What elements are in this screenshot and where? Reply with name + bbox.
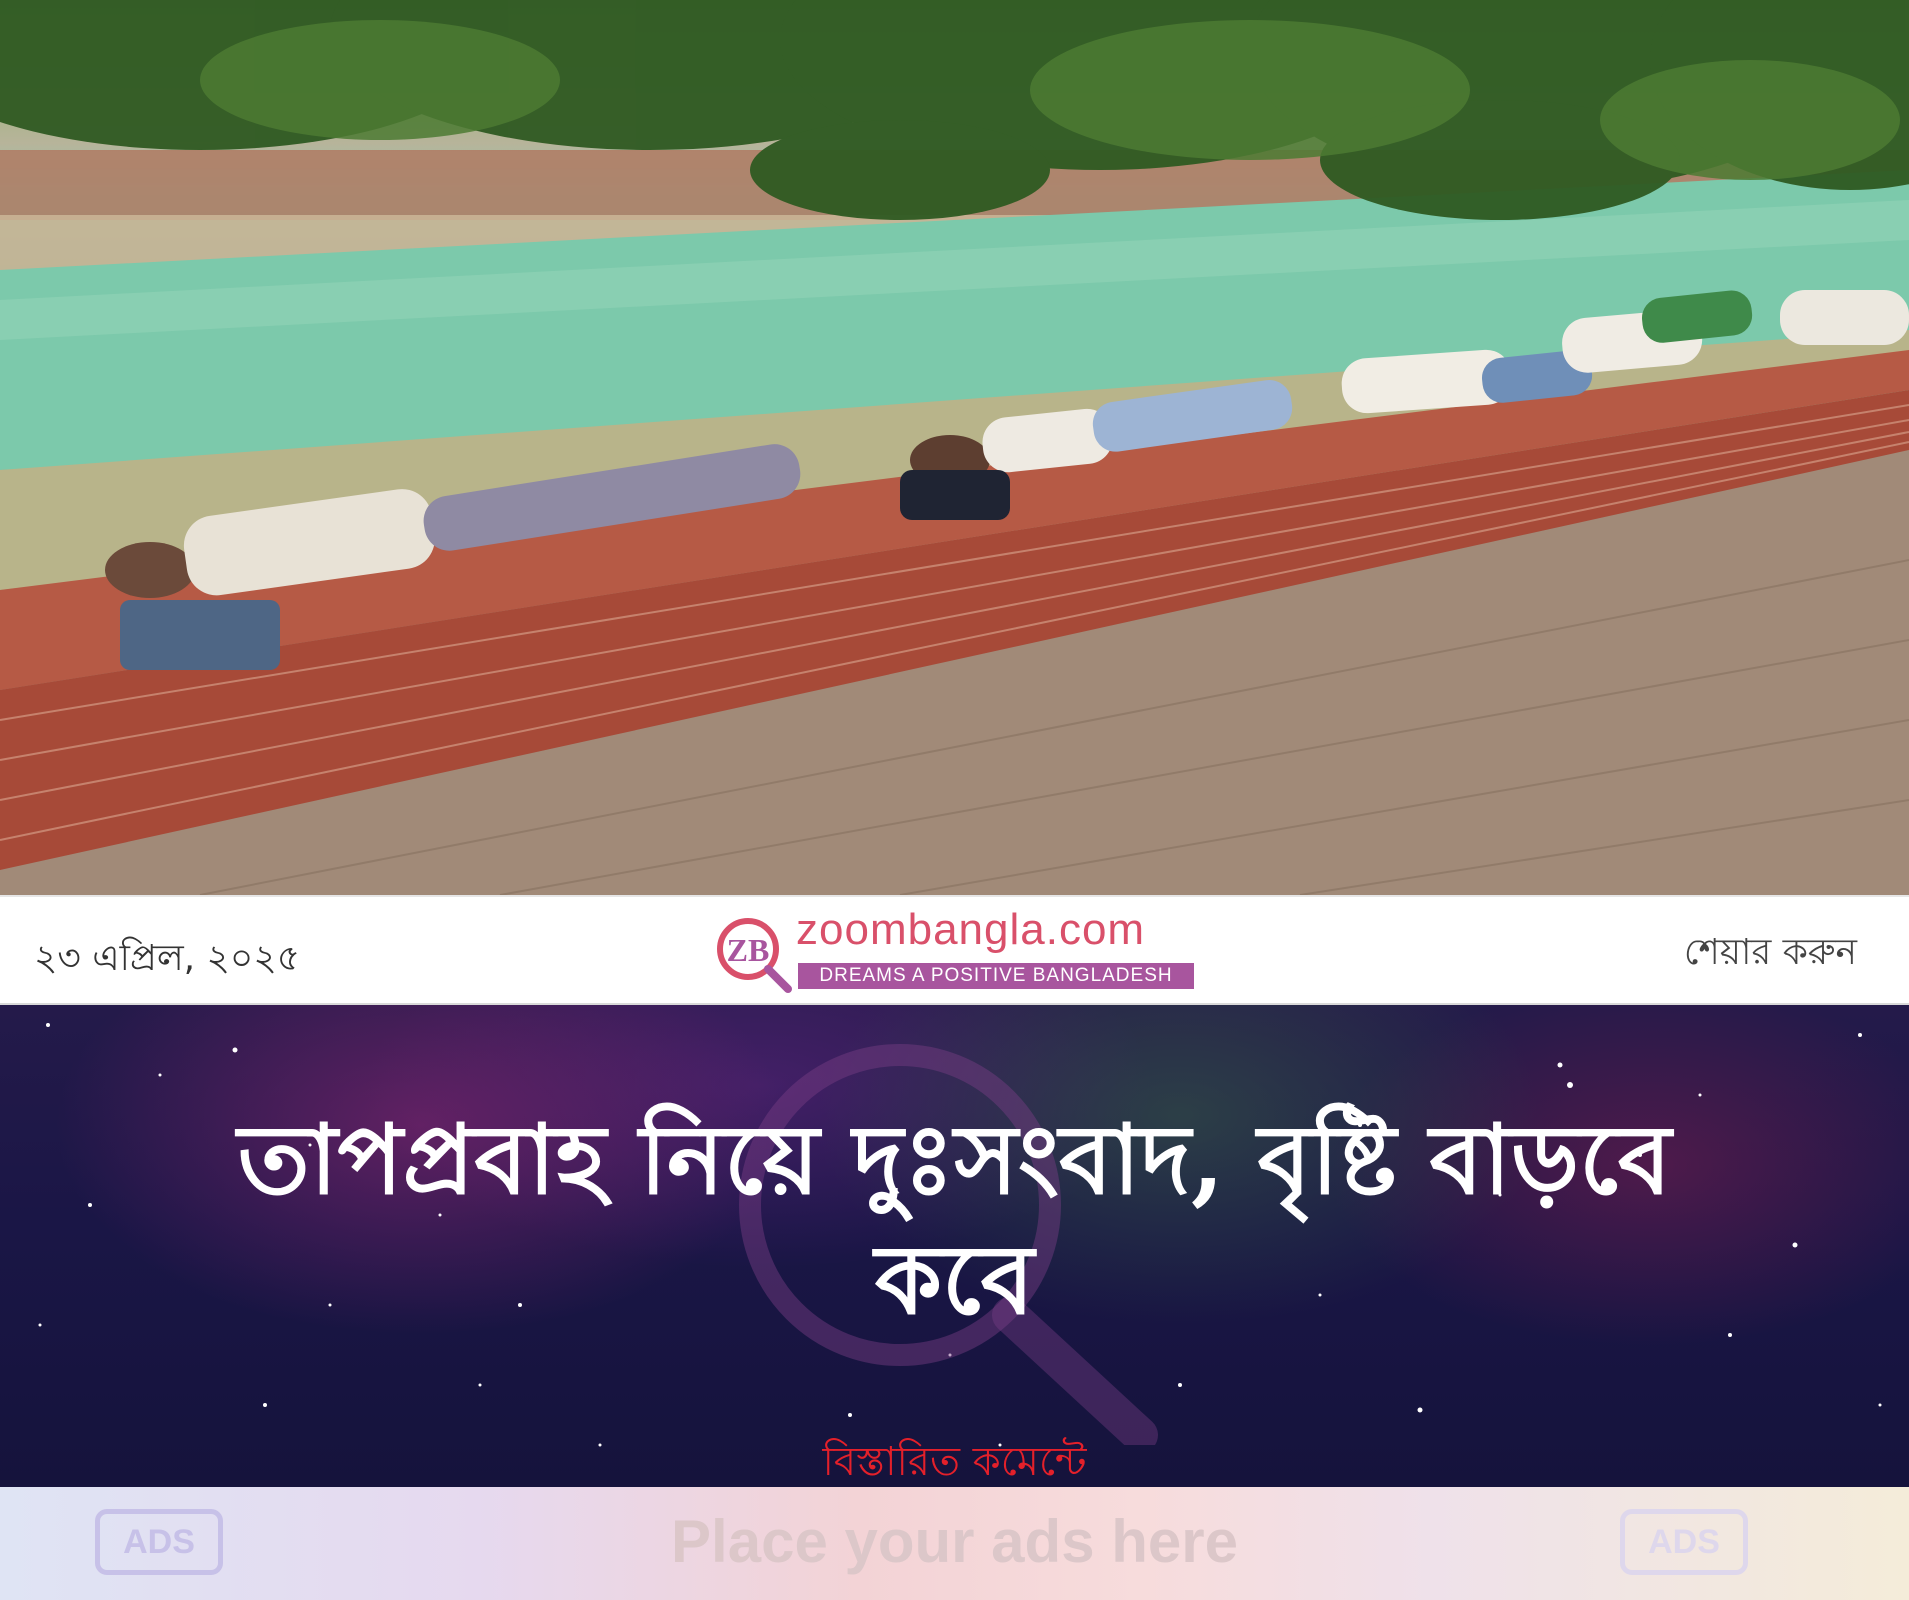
headline-panel: তাপপ্রবাহ নিয়ে দুঃসংবাদ, বৃষ্টি বাড়বে … — [0, 1005, 1909, 1487]
ads-banner[interactable]: ADS Place your ads here ADS — [0, 1487, 1909, 1600]
logo-mark-text: ZB — [727, 932, 770, 968]
magnifier-logo-icon: ZB — [717, 918, 792, 993]
info-bar: ২৩ এপ্রিল, ২০২৫ ZB zoombangla.com DREAMS… — [0, 895, 1909, 1005]
publish-date: ২৩ এপ্রিল, ২০২৫ — [34, 938, 301, 979]
site-logo[interactable]: ZB zoombangla.com DREAMS A POSITIVE BANG… — [712, 905, 1202, 995]
headline-line-2: কবে — [874, 1223, 1035, 1336]
headline-line-1: তাপপ্রবাহ নিয়ে দুঃসংবাদ, বৃষ্টি বাড়বে — [237, 1103, 1672, 1216]
logo-name: zoombangla.com — [796, 905, 1146, 954]
headline-title: তাপপ্রবাহ নিয়ে দুঃসংবাদ, বৃষ্টি বাড়বে … — [120, 1100, 1789, 1340]
ads-badge-right: ADS — [1620, 1509, 1748, 1575]
share-button[interactable]: শেয়ার করুন — [1684, 925, 1857, 985]
logo-tagline: DREAMS A POSITIVE BANGLADESH — [798, 963, 1194, 989]
photo-illustration — [0, 0, 1909, 895]
details-in-comments-label[interactable]: বিস্তারিত কমেন্টে — [0, 1430, 1909, 1487]
news-photo — [0, 0, 1909, 895]
